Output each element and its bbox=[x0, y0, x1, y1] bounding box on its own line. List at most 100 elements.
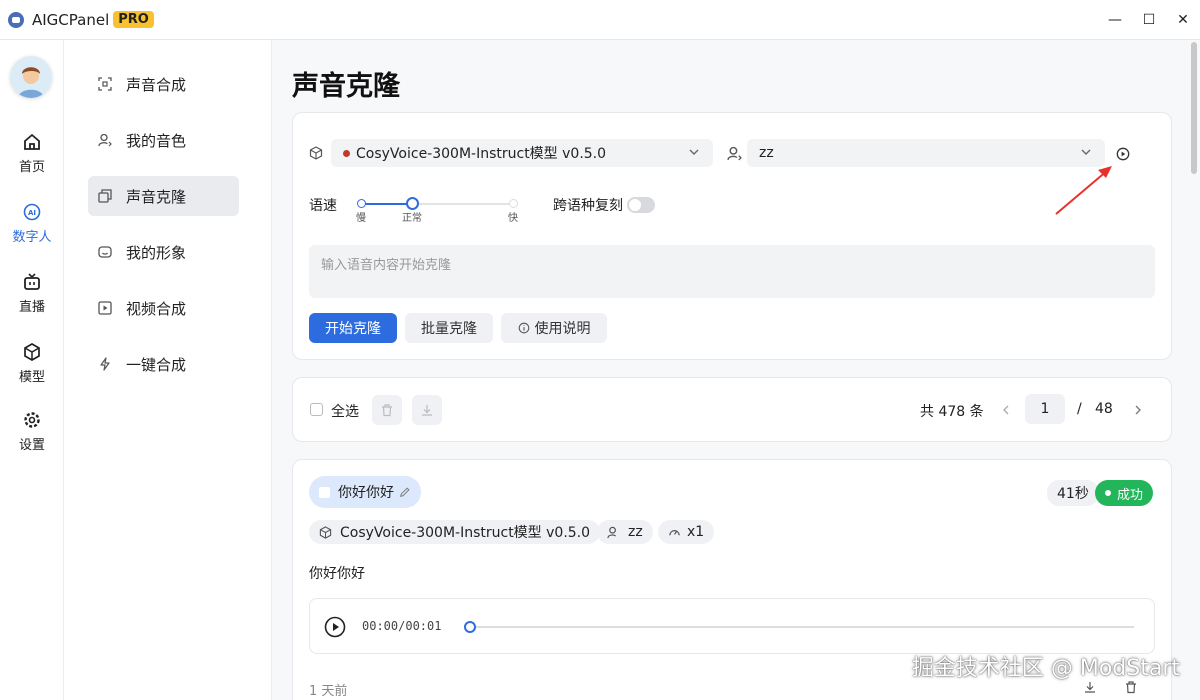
speed-tick-slow: 慢 bbox=[356, 213, 366, 224]
status-text: 成功 bbox=[1117, 487, 1144, 503]
subnav-label: 声音克隆 bbox=[126, 187, 187, 206]
pencil-icon[interactable] bbox=[399, 486, 411, 498]
model-select[interactable]: CosyVoice-300M-Instruct模型 v0.5.0 bbox=[331, 139, 713, 167]
info-icon bbox=[518, 322, 529, 334]
watermark: 掘金技术社区 @ ModStart bbox=[911, 656, 1180, 681]
chevron-down-icon bbox=[689, 149, 699, 155]
select-all-checkbox[interactable] bbox=[310, 403, 323, 416]
record-time-ago: 1 天前 bbox=[309, 684, 348, 699]
gear-icon bbox=[24, 412, 40, 428]
record-speed-tag: x1 bbox=[658, 520, 715, 544]
subnav-item-voice-clone[interactable]: 声音克隆 bbox=[88, 176, 239, 216]
speed-tick-fast: 快 bbox=[508, 213, 518, 224]
trash-icon bbox=[382, 404, 392, 417]
record-checkbox[interactable] bbox=[319, 486, 330, 498]
rail-item-digital-human[interactable]: AI 数字人 bbox=[0, 202, 64, 245]
record-title-chip[interactable]: 你好你好 bbox=[309, 476, 421, 508]
rail-label-settings: 设置 bbox=[18, 438, 45, 453]
play-preview-icon[interactable] bbox=[1116, 147, 1130, 161]
voice-icon bbox=[727, 146, 742, 161]
model-status-dot bbox=[343, 149, 350, 157]
record-model: CosyVoice-300M-Instruct模型 v0.5.0 bbox=[340, 525, 591, 541]
subnav-label: 我的形象 bbox=[126, 243, 187, 262]
voice-icon bbox=[607, 526, 616, 538]
sub-nav: 声音合成 我的音色 声音克隆 我的形象 视频合成 一键合成 bbox=[64, 40, 272, 700]
app-logo-icon bbox=[8, 11, 24, 28]
rail-label-live: 直播 bbox=[18, 300, 45, 315]
page-input[interactable]: 1 bbox=[1025, 394, 1065, 424]
total-count: 共 478 条 bbox=[920, 404, 984, 420]
rail-label-home: 首页 bbox=[18, 160, 45, 175]
svg-text:AI: AI bbox=[28, 209, 36, 217]
subnav-item-one-click[interactable]: 一键合成 bbox=[88, 344, 239, 384]
subnav-item-voice-synthesis[interactable]: 声音合成 bbox=[88, 64, 239, 104]
chevron-right-icon[interactable] bbox=[1131, 403, 1145, 417]
status-dot bbox=[1105, 490, 1111, 496]
play-icon[interactable] bbox=[324, 616, 346, 638]
clone-form-card: CosyVoice-300M-Instruct模型 v0.5.0 zz 语速 慢… bbox=[292, 112, 1172, 360]
rail-item-live[interactable]: 直播 bbox=[0, 272, 64, 315]
record-voice-tag: zz bbox=[597, 520, 653, 544]
audio-time: 00:00/00:01 bbox=[362, 619, 442, 633]
subnav-item-my-voices[interactable]: 我的音色 bbox=[88, 120, 239, 160]
maximize-button[interactable]: ☐ bbox=[1132, 0, 1166, 40]
speedometer-icon bbox=[669, 529, 680, 535]
model-icon bbox=[319, 525, 332, 539]
subnav-item-video-synthesis[interactable]: 视频合成 bbox=[88, 288, 239, 328]
voice-select-value: zz bbox=[759, 145, 774, 161]
download-icon[interactable] bbox=[1083, 680, 1097, 694]
close-button[interactable]: ✕ bbox=[1166, 0, 1200, 40]
batch-clone-button[interactable]: 批量克隆 bbox=[405, 313, 493, 343]
video-icon bbox=[98, 301, 112, 315]
cross-language-toggle[interactable] bbox=[627, 197, 655, 213]
title-bar: AIGCPanel PRO — ☐ ✕ bbox=[0, 0, 1200, 40]
user-voice-icon bbox=[98, 133, 112, 147]
main-content: 声音克隆 CosyVoice-300M-Instruct模型 v0.5.0 zz… bbox=[272, 40, 1188, 700]
rail-label-model: 模型 bbox=[18, 370, 45, 385]
audio-player: 00:00/00:01 bbox=[309, 598, 1155, 654]
model-select-value: CosyVoice-300M-Instruct模型 v0.5.0 bbox=[356, 146, 607, 162]
annotation-arrow-icon bbox=[1055, 166, 1112, 215]
rail-item-home[interactable]: 首页 bbox=[0, 132, 64, 175]
copy-icon bbox=[98, 189, 112, 203]
subnav-label: 一键合成 bbox=[126, 355, 187, 374]
app-title: AIGCPanel bbox=[32, 10, 110, 29]
pro-badge: PRO bbox=[113, 11, 154, 28]
record-voice: zz bbox=[628, 524, 643, 540]
trash-icon[interactable] bbox=[1124, 680, 1138, 694]
page-title: 声音克隆 bbox=[292, 71, 400, 102]
audio-progress-handle[interactable] bbox=[464, 621, 476, 633]
download-selected-button[interactable] bbox=[412, 395, 442, 425]
subnav-label: 我的音色 bbox=[126, 131, 187, 150]
face-icon bbox=[98, 245, 112, 259]
window-controls: — ☐ ✕ bbox=[1098, 0, 1200, 40]
minimize-button[interactable]: — bbox=[1098, 0, 1132, 40]
subnav-label: 视频合成 bbox=[126, 299, 187, 318]
speed-tick-normal: 正常 bbox=[402, 213, 422, 224]
audio-progress-track[interactable] bbox=[470, 626, 1134, 628]
download-icon bbox=[422, 405, 432, 416]
chevron-left-icon[interactable] bbox=[999, 403, 1013, 417]
rail-label-digital-human: 数字人 bbox=[12, 230, 52, 245]
start-clone-button[interactable]: 开始克隆 bbox=[309, 313, 397, 343]
avatar[interactable] bbox=[10, 56, 52, 98]
model-icon bbox=[309, 146, 323, 160]
avatar-icon bbox=[10, 56, 52, 98]
rail-item-model[interactable]: 模型 bbox=[0, 342, 64, 385]
subnav-label: 声音合成 bbox=[126, 75, 187, 94]
main-scrollbar[interactable] bbox=[1191, 42, 1197, 174]
duration-badge: 41秒 bbox=[1047, 480, 1099, 506]
help-button[interactable]: 使用说明 bbox=[501, 313, 607, 343]
page-separator: / bbox=[1077, 401, 1082, 417]
clone-text-input[interactable] bbox=[309, 245, 1155, 298]
icon-rail: 首页 AI 数字人 直播 模型 设置 bbox=[0, 40, 64, 700]
record-speed: x1 bbox=[687, 524, 705, 540]
home-icon bbox=[24, 133, 40, 150]
scan-icon bbox=[98, 77, 112, 91]
subnav-item-my-avatar[interactable]: 我的形象 bbox=[88, 232, 239, 272]
rail-item-settings[interactable]: 设置 bbox=[0, 410, 64, 453]
cross-language-label: 跨语种复刻 bbox=[553, 198, 623, 214]
delete-selected-button[interactable] bbox=[372, 395, 402, 425]
ai-icon: AI bbox=[23, 203, 41, 221]
status-badge: 成功 bbox=[1095, 480, 1154, 506]
